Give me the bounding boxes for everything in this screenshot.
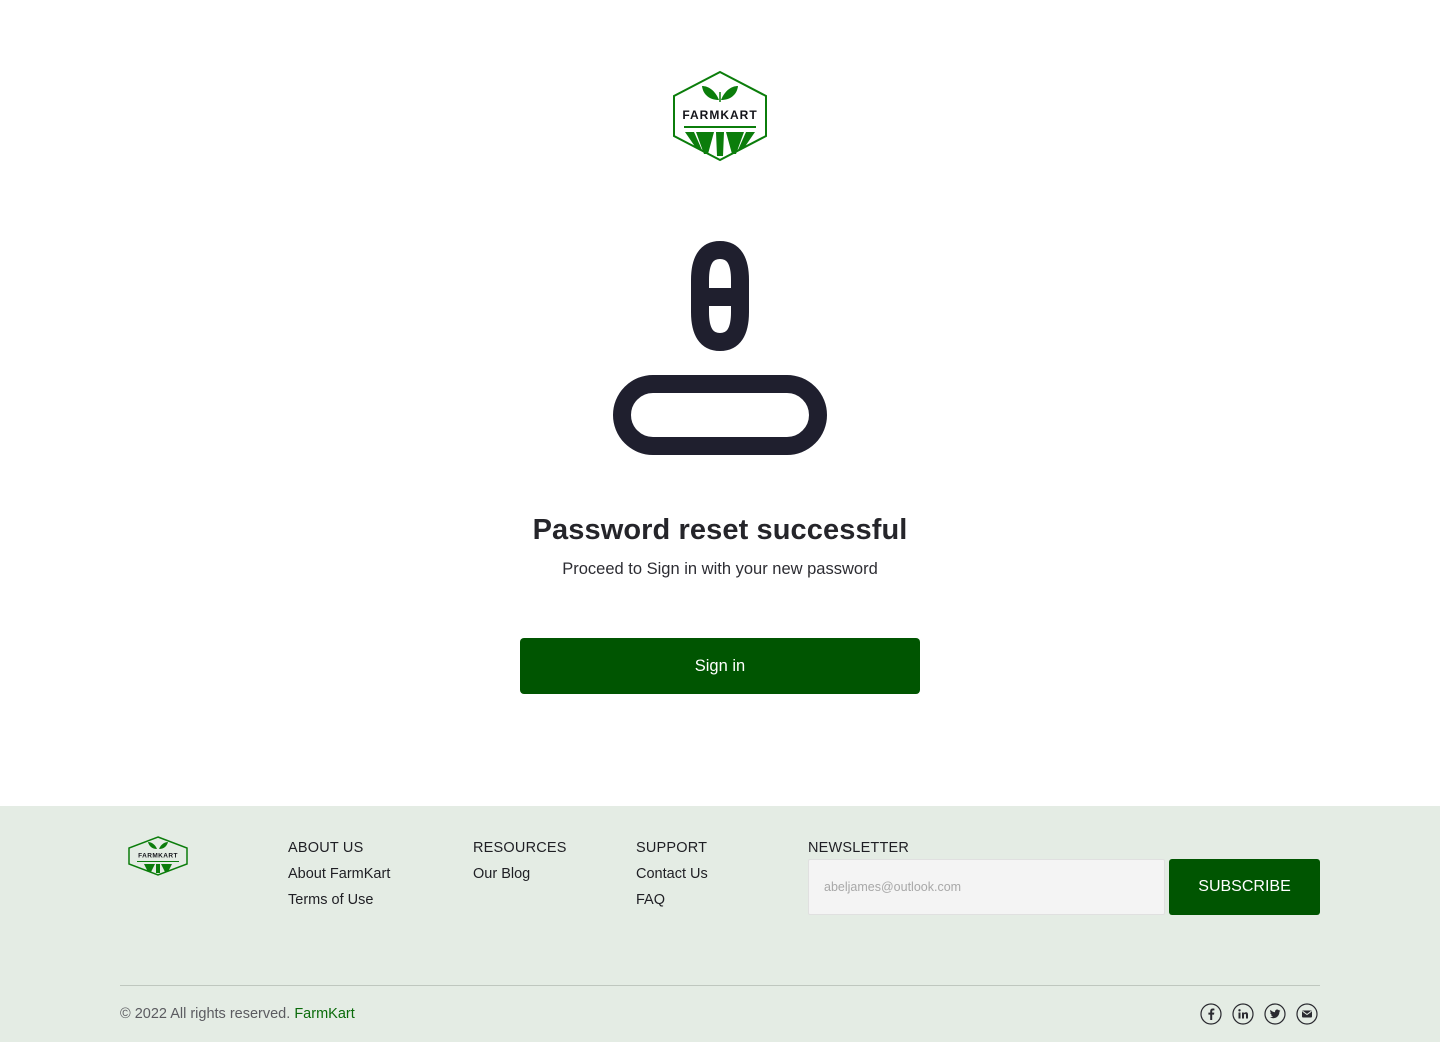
logo-text: FARMKART xyxy=(682,108,757,122)
footer-link-terms[interactable]: Terms of Use xyxy=(288,892,390,908)
footer-link-faq[interactable]: FAQ xyxy=(636,892,708,908)
footer-col-resources: RESOURCES Our Blog xyxy=(473,840,567,892)
footer-logo[interactable]: FARMKART xyxy=(127,836,189,876)
subscribe-button[interactable]: SUBSCRIBE xyxy=(1169,859,1320,915)
page-subtitle: Proceed to Sign in with your new passwor… xyxy=(562,560,878,578)
footer-heading-resources: RESOURCES xyxy=(473,840,567,856)
footer-logo-text: FARMKART xyxy=(138,853,178,860)
footer-heading-support: SUPPORT xyxy=(636,840,708,856)
farmkart-logo: FARMKART xyxy=(673,70,767,162)
facebook-icon[interactable] xyxy=(1200,1003,1222,1025)
footer-heading-about: ABOUT US xyxy=(288,840,364,856)
copyright-text: © 2022 All rights reserved. FarmKart xyxy=(120,1006,355,1022)
password-lock-icon xyxy=(613,241,827,455)
footer-heading-newsletter: NEWSLETTER xyxy=(808,840,910,856)
footer-col-about: ABOUT US About FarmKart Terms of Use xyxy=(288,840,390,918)
footer-col-support: SUPPORT Contact Us FAQ xyxy=(636,840,708,918)
footer: FARMKART ABOUT US About FarmKart Terms o… xyxy=(0,806,1440,1042)
footer-link-blog[interactable]: Our Blog xyxy=(473,866,567,882)
page-title: Password reset successful xyxy=(532,514,908,546)
newsletter-email-input[interactable] xyxy=(808,859,1165,915)
footer-divider xyxy=(120,985,1320,986)
email-icon[interactable] xyxy=(1296,1003,1318,1025)
copyright-label: © 2022 All rights reserved. xyxy=(120,1006,291,1022)
copyright-brand-link[interactable]: FarmKart xyxy=(294,1006,354,1022)
footer-link-about-farmkart[interactable]: About FarmKart xyxy=(288,866,390,882)
social-links xyxy=(1200,1003,1318,1025)
linkedin-icon[interactable] xyxy=(1232,1003,1254,1025)
footer-link-contact[interactable]: Contact Us xyxy=(636,866,708,882)
sign-in-button[interactable]: Sign in xyxy=(520,638,920,694)
twitter-icon[interactable] xyxy=(1264,1003,1286,1025)
